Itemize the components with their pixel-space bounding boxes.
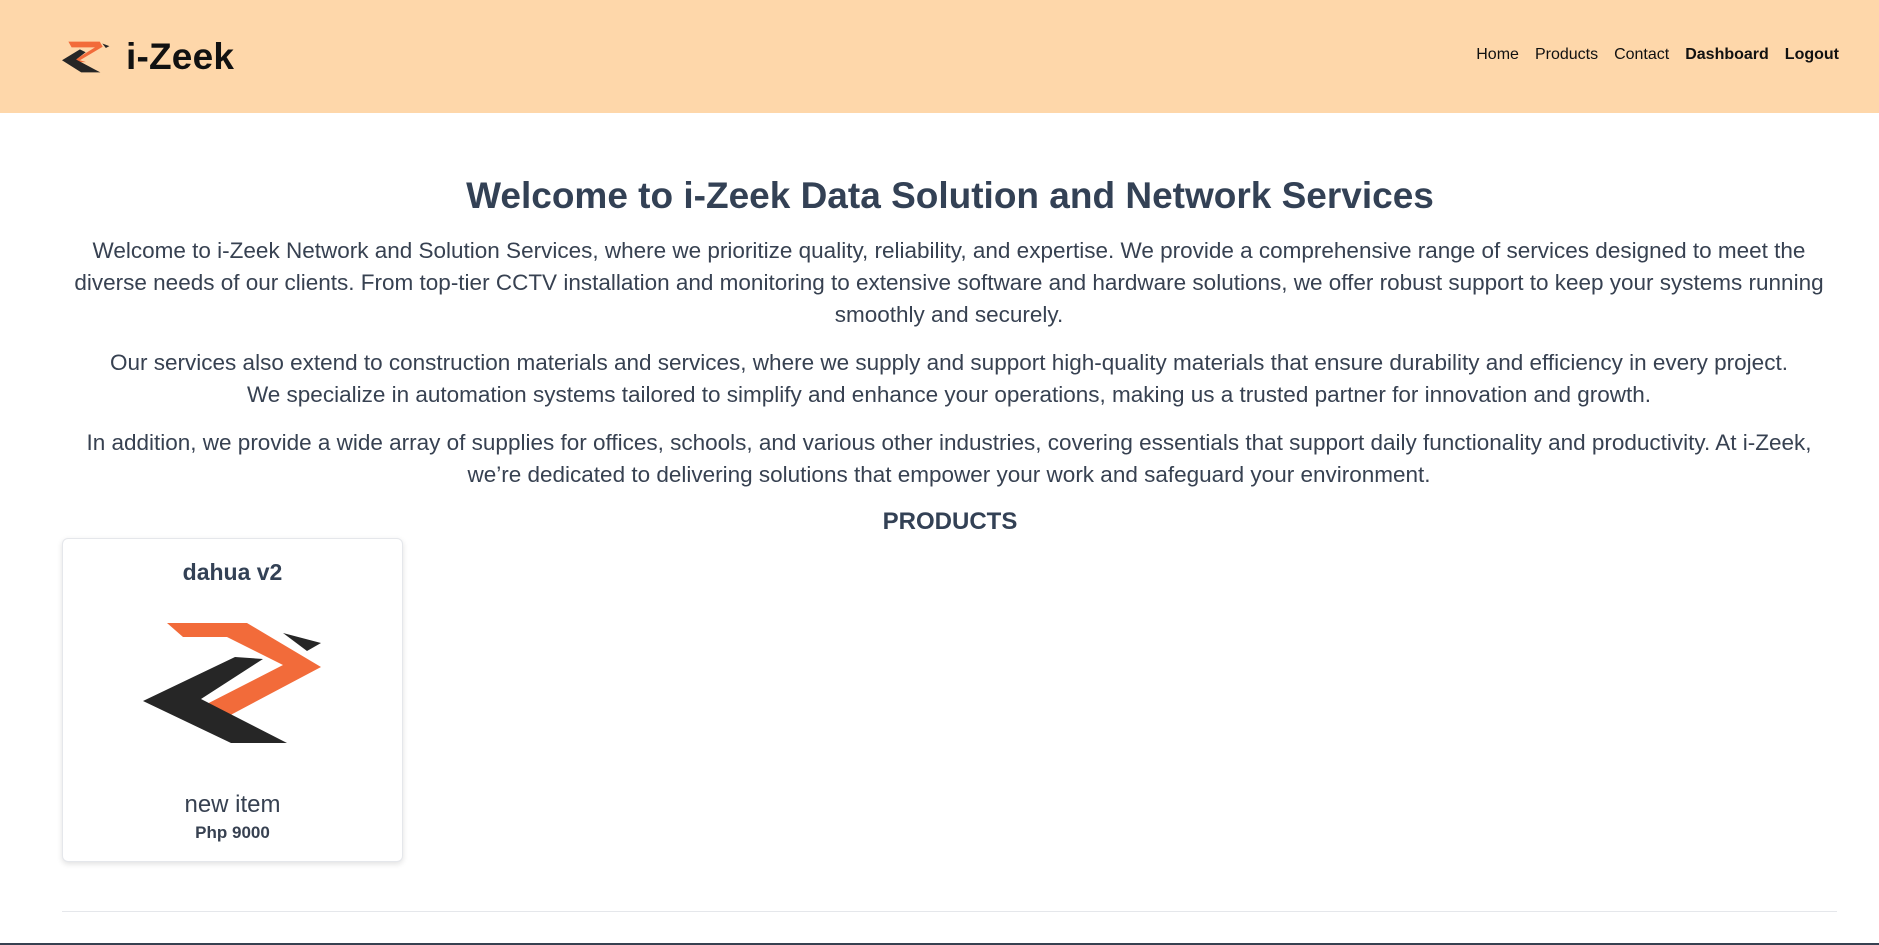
products-heading: PRODUCTS <box>882 508 1018 535</box>
product-card[interactable]: dahua v2 new item Php 9000 <box>62 538 403 862</box>
brand-name: i-Zeek <box>126 36 235 77</box>
product-name: dahua v2 <box>182 559 283 585</box>
navbar: i-Zeek Home Products Contact Dashboard L… <box>0 0 1879 113</box>
nav-dashboard-link[interactable]: Dashboard <box>1685 46 1769 64</box>
page-title: Welcome to i-Zeek Data Solution and Netw… <box>466 175 1434 216</box>
product-description: new item <box>184 791 281 818</box>
nav-logout-link[interactable]: Logout <box>1785 46 1839 64</box>
nav-contact-link[interactable]: Contact <box>1614 46 1669 64</box>
divider <box>62 911 1837 912</box>
brand[interactable]: i-Zeek <box>62 36 234 78</box>
nav-links: Home Products Contact Dashboard Logout <box>1476 46 1839 64</box>
nav-home-link[interactable]: Home <box>1476 46 1519 64</box>
product-price: Php 9000 <box>195 823 270 842</box>
supplies-paragraph: In addition, we provide a wide array of … <box>86 430 1812 487</box>
i-zeek-logo-icon <box>143 623 321 743</box>
intro-paragraph: Welcome to i-Zeek Network and Solution S… <box>74 238 1824 327</box>
nav-products-link[interactable]: Products <box>1535 46 1598 64</box>
i-zeek-logo-icon <box>62 41 110 73</box>
services-paragraph: Our services also extend to construction… <box>110 350 1788 407</box>
